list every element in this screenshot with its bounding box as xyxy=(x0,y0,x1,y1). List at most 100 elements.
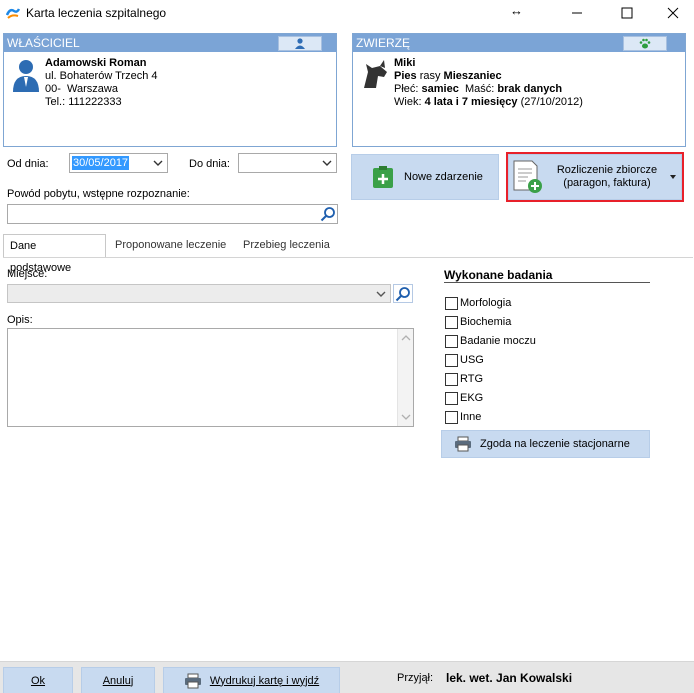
test-checkbox-row[interactable]: RTG xyxy=(445,371,483,387)
checkbox[interactable] xyxy=(445,391,458,405)
tab-proponowane-leczenie[interactable]: Proponowane leczenie xyxy=(109,234,232,258)
pet-sex-line: Płeć: samiec Maść: brak danych xyxy=(394,83,583,96)
checkbox[interactable] xyxy=(445,372,458,386)
owner-details-button[interactable] xyxy=(278,36,322,51)
dropdown-arrow-icon[interactable] xyxy=(669,173,677,181)
person-small-icon xyxy=(295,38,305,49)
printer-icon xyxy=(455,436,471,452)
chevron-down-icon xyxy=(322,160,332,166)
scroll-down-icon[interactable] xyxy=(398,411,414,423)
checkbox[interactable] xyxy=(445,296,458,310)
from-date-picker[interactable]: 30/05/2017 xyxy=(69,153,168,173)
tab-divider xyxy=(3,257,693,258)
place-select[interactable] xyxy=(7,284,391,303)
settlement-label-line2: (paragon, faktura) xyxy=(563,177,651,189)
ok-button[interactable]: Ok xyxy=(3,667,73,693)
pet-panel: ZWIERZĘ Miki Pies rasy Mieszaniec Płeć: … xyxy=(352,33,686,147)
pet-details-button[interactable] xyxy=(623,36,667,51)
print-exit-label: Wydrukuj kartę i wyjdź xyxy=(209,674,320,687)
pet-breed: Mieszaniec xyxy=(443,70,502,82)
pet-sex: samiec xyxy=(421,83,459,95)
pet-species: Pies xyxy=(394,70,417,82)
pet-coat-label: Maść: xyxy=(458,83,498,95)
checkbox-label: Morfologia xyxy=(460,297,512,309)
pet-age: 4 lata i 7 miesięcy xyxy=(424,96,518,108)
pet-info: Miki Pies rasy Mieszaniec Płeć: samiec M… xyxy=(394,57,583,109)
maximize-button[interactable] xyxy=(604,0,650,26)
description-scrollbar[interactable] xyxy=(397,329,413,426)
checkbox-label: Biochemia xyxy=(460,316,512,328)
owner-info: Adamowski Roman ul. Bohaterów Trzech 4 0… xyxy=(45,57,158,109)
owner-panel-header: WŁAŚCICIEL xyxy=(4,34,336,52)
app-logo-icon xyxy=(6,8,20,19)
test-checkbox-row[interactable]: Badanie moczu xyxy=(445,333,536,349)
test-checkbox-row[interactable]: EKG xyxy=(445,390,483,406)
reason-input[interactable] xyxy=(7,204,338,224)
owner-street: ul. Bohaterów Trzech 4 xyxy=(45,70,158,82)
close-button[interactable] xyxy=(650,0,694,26)
resize-arrows-icon: ↔ xyxy=(510,3,523,18)
window-title: Karta leczenia szpitalnego xyxy=(26,6,167,20)
to-date-label: Do dnia: xyxy=(189,158,230,170)
owner-panel: WŁAŚCICIEL Adamowski Roman ul. Bohaterów… xyxy=(3,33,337,147)
search-icon[interactable] xyxy=(320,206,336,222)
tab-dane-podstawowe[interactable]: Dane podstawowe xyxy=(3,234,106,274)
consent-button[interactable]: Zgoda na leczenie stacjonarne xyxy=(441,430,650,458)
test-checkbox-row[interactable]: Inne xyxy=(445,409,481,425)
invoice-add-icon xyxy=(513,160,542,193)
received-label: Przyjął: xyxy=(397,672,434,684)
search-icon xyxy=(395,286,410,301)
checkbox[interactable] xyxy=(445,410,458,424)
owner-header-label: WŁAŚCICIEL xyxy=(7,36,80,50)
cancel-button[interactable]: Anuluj xyxy=(81,667,155,693)
print-exit-button[interactable]: Wydrukuj kartę i wyjdź xyxy=(163,667,340,693)
pet-breed-prefix: rasy xyxy=(416,70,444,82)
pet-birth: (27/10/2012) xyxy=(517,96,583,108)
minimize-icon xyxy=(572,12,582,14)
from-date-label: Od dnia: xyxy=(7,158,49,170)
pet-panel-header: ZWIERZĘ xyxy=(353,34,685,52)
owner-name: Adamowski Roman xyxy=(45,57,147,69)
reason-label: Powód pobytu, wstępne rozpoznanie: xyxy=(7,188,190,200)
settlement-label: Rozliczenie zbiorcze (paragon, faktura) xyxy=(551,164,663,190)
chevron-down-icon xyxy=(153,160,163,166)
description-textarea[interactable] xyxy=(7,328,414,427)
bottom-bar: Ok Anuluj Wydrukuj kartę i wyjdź Przyjął… xyxy=(0,661,694,693)
pet-sex-label: Płeć: xyxy=(394,83,422,95)
clipboard-add-icon xyxy=(373,166,393,188)
checkbox-label: RTG xyxy=(460,373,484,385)
test-checkbox-row[interactable]: Biochemia xyxy=(445,314,511,330)
pet-species-line: Pies rasy Mieszaniec xyxy=(394,70,583,83)
tests-title: Wykonane badania xyxy=(444,268,553,282)
new-event-button[interactable]: Nowe zdarzenie xyxy=(351,154,499,200)
consent-label: Zgoda na leczenie stacjonarne xyxy=(480,438,630,450)
checkbox-label: Badanie moczu xyxy=(460,335,536,347)
minimize-button[interactable] xyxy=(554,0,600,26)
dog-icon xyxy=(364,60,387,88)
received-by: lek. wet. Jan Kowalski xyxy=(446,671,573,685)
new-event-label: Nowe zdarzenie xyxy=(404,171,483,183)
checkbox-label: EKG xyxy=(460,392,484,404)
from-date-value: 30/05/2017 xyxy=(72,156,130,170)
settlement-button[interactable]: Rozliczenie zbiorcze (paragon, faktura) xyxy=(508,154,682,200)
tests-title-underline xyxy=(444,282,650,283)
to-date-picker[interactable] xyxy=(238,153,337,173)
cancel-label: Anuluj xyxy=(102,674,134,687)
pet-coat: brak danych xyxy=(497,83,563,95)
checkbox-label: Inne xyxy=(460,411,482,423)
scroll-up-icon[interactable] xyxy=(398,332,414,344)
pet-age-line: Wiek: 4 lata i 7 miesięcy (27/10/2012) xyxy=(394,96,583,109)
owner-phone: Tel.: 111222333 xyxy=(45,96,122,108)
checkbox[interactable] xyxy=(445,315,458,329)
checkbox[interactable] xyxy=(445,353,458,367)
place-label: Miejsce: xyxy=(7,268,48,280)
test-checkbox-row[interactable]: Morfologia xyxy=(445,295,511,311)
tab-przebieg-leczenia[interactable]: Przebieg leczenia xyxy=(237,234,336,258)
checkbox[interactable] xyxy=(445,334,458,348)
test-checkbox-row[interactable]: USG xyxy=(445,352,484,368)
place-search-button[interactable] xyxy=(393,284,413,303)
owner-city: 00- Warszawa xyxy=(45,83,118,95)
settlement-label-line1: Rozliczenie zbiorcze xyxy=(556,164,658,176)
ok-label: Ok xyxy=(30,674,46,687)
checkbox-label: USG xyxy=(460,354,484,366)
